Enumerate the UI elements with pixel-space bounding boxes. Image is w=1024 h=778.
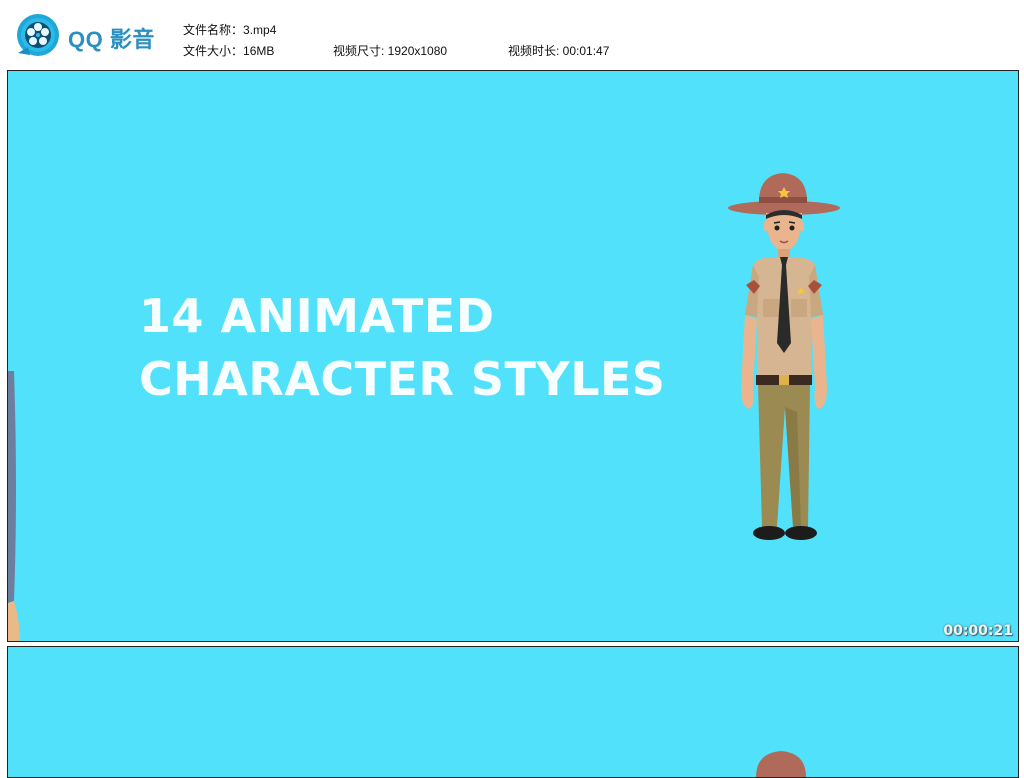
duration-value: 00:01:47 bbox=[562, 44, 610, 58]
dimensions-value: 1920x1080 bbox=[387, 44, 448, 58]
headline-line-2: CHARACTER STYLES bbox=[139, 352, 666, 406]
file-name-value: 3.mp4 bbox=[243, 23, 277, 37]
dimensions-label: 视频尺寸: bbox=[333, 44, 388, 58]
duration-label: 视频时长: bbox=[508, 44, 563, 58]
app-name: QQ 影音 bbox=[68, 27, 155, 52]
sheriff-hat-partial bbox=[756, 751, 806, 777]
dimensions-info: 视频尺寸: 1920x1080 bbox=[333, 42, 447, 59]
video-timestamp: 00:00:21 bbox=[943, 623, 1013, 639]
partial-character-figure bbox=[8, 371, 20, 641]
qq-player-logo-icon bbox=[17, 14, 59, 56]
video-frame-thumbnail[interactable]: 14 ANIMATED CHARACTER STYLES 00:00:21 bbox=[7, 70, 1019, 642]
file-name-info: 文件名称：3.mp4 bbox=[183, 21, 276, 38]
duration-info: 视频时长: 00:01:47 bbox=[508, 42, 609, 59]
header: QQ 影音 文件名称：3.mp4 文件大小：16MB 视频尺寸: 1920x10… bbox=[0, 0, 1024, 70]
file-size-value: 16MB bbox=[243, 44, 275, 58]
video-frame-thumbnail-2[interactable] bbox=[7, 646, 1019, 778]
file-size-info: 文件大小：16MB bbox=[183, 42, 274, 59]
headline-line-1: 14 ANIMATED bbox=[139, 289, 495, 343]
file-size-label: 文件大小： bbox=[183, 44, 244, 58]
sheriff-character-illustration bbox=[728, 173, 840, 540]
file-name-label: 文件名称： bbox=[183, 23, 244, 37]
headline-text: 14 ANIMATED CHARACTER STYLES bbox=[139, 285, 666, 411]
